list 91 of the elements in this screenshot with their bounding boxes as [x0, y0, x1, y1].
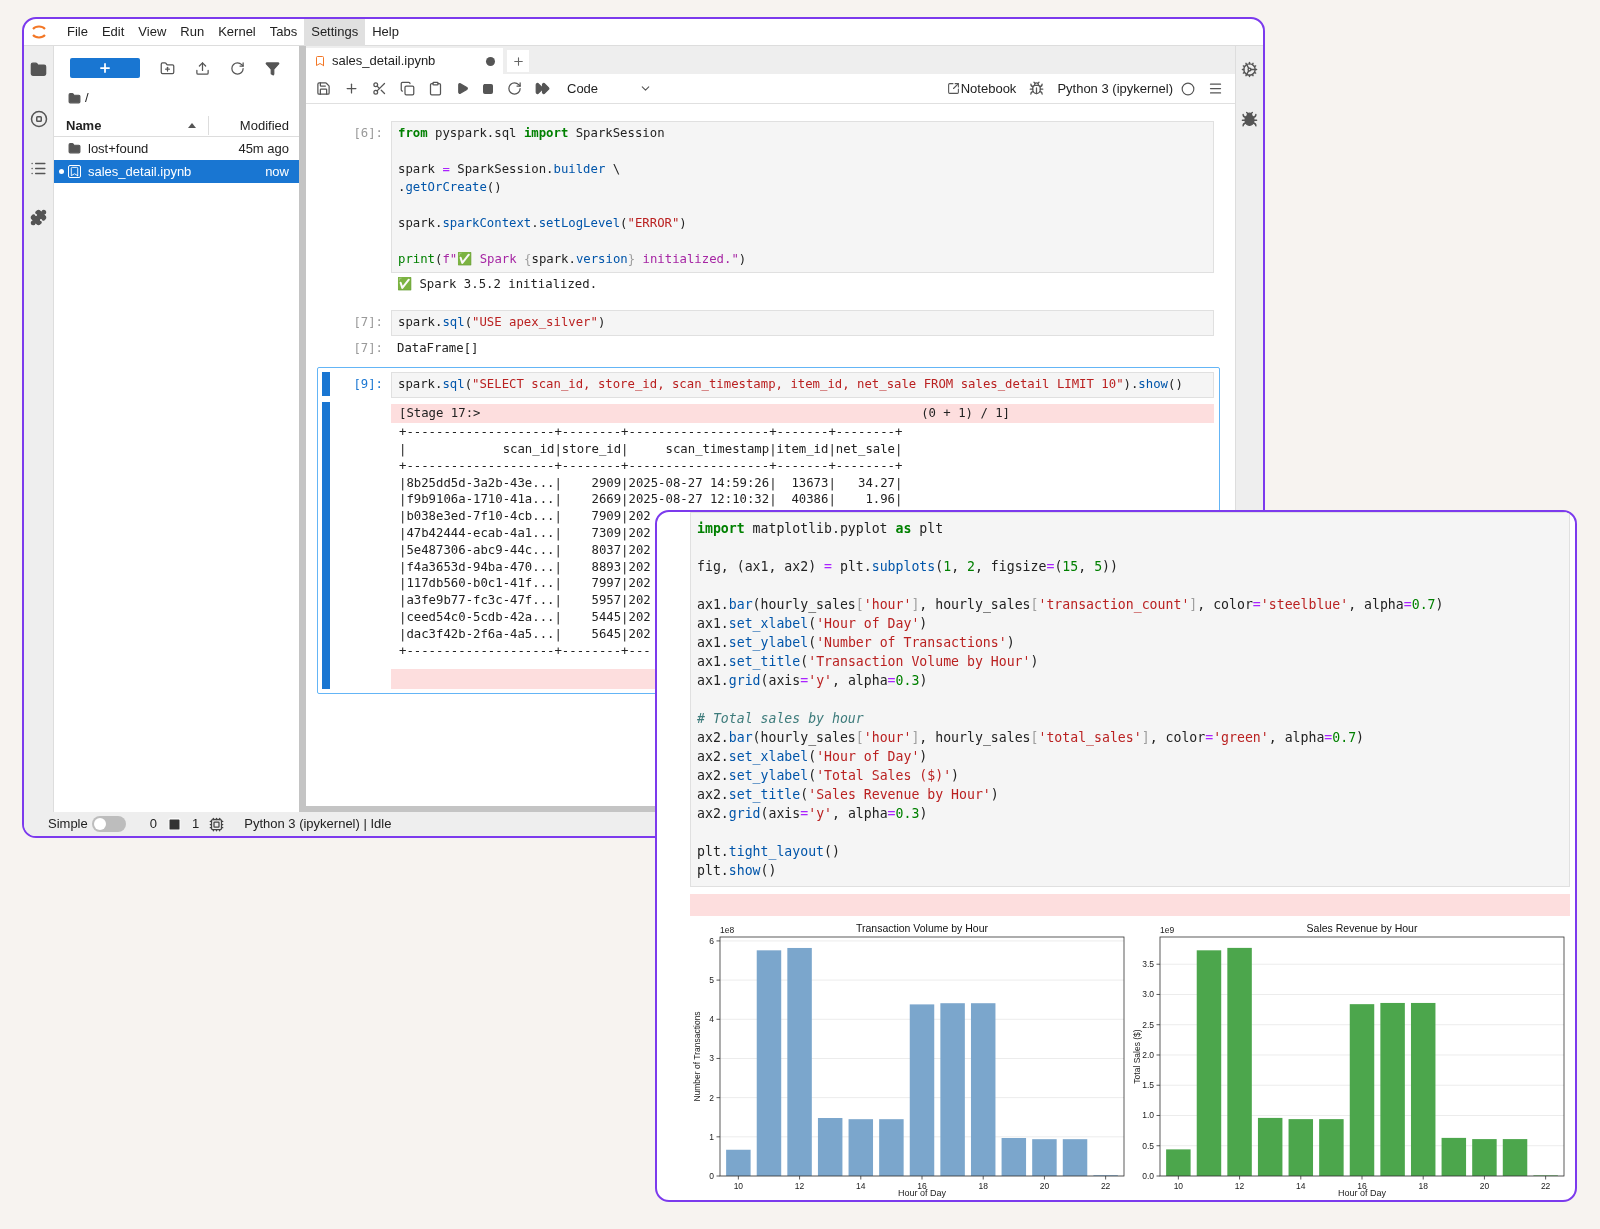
code-line: plt.show()	[697, 862, 777, 880]
file-modified: 45m ago	[238, 139, 289, 158]
cell-prompt: [6]:	[352, 125, 384, 142]
tick-label: 1.5	[1142, 1080, 1154, 1091]
code-line: import matplotlib.pyplot as plt	[697, 520, 944, 538]
code-line: spark.sparkContext.setLogLevel("ERROR")	[398, 214, 687, 232]
table-line: |f9b9106a-1710-41a...| 2669|2025-08-27 12:10:32| 40386| 1.96|	[399, 491, 903, 509]
tick-label: 2	[709, 1092, 714, 1103]
axis-label: Hour of Day	[1338, 1188, 1386, 1198]
code-line: print(f"✅ Spark {spark.version} initialized.")	[398, 250, 747, 268]
tick-label: 1	[709, 1131, 714, 1142]
code-line: spark = SparkSession.builder \	[398, 160, 621, 178]
file-name: sales_detail.ipynb	[88, 162, 193, 181]
tick-label: 14	[1296, 1181, 1306, 1191]
file-name: lost+found	[88, 139, 150, 158]
tick-label: 4	[709, 1014, 714, 1025]
cell-type-value: Code	[567, 79, 599, 98]
tick-label: 5	[709, 975, 714, 986]
code-line: ax2.set_title('Sales Revenue by Hour')	[697, 786, 999, 804]
tick-label: 16	[1357, 1181, 1367, 1191]
tick-label: 18	[978, 1181, 988, 1191]
code-line: ax2.set_xlabel('Hour of Day')	[697, 748, 928, 766]
tab-title: sales_detail.ipynb	[332, 52, 437, 71]
tick-label: 2.0	[1142, 1050, 1154, 1060]
tick-label: 10	[733, 1181, 744, 1191]
tick-label: 20	[1479, 1181, 1490, 1191]
table-line: |f4a3653d-94ba-470...| 8893|202	[399, 558, 651, 576]
table-line: |8b25dd5d-3a2b-43e...| 2909|2025-08-27 14:59:26| 13673| 34.27|	[399, 474, 903, 492]
tick-label: 10	[1173, 1181, 1184, 1191]
tick-label: 6	[709, 935, 714, 946]
kernel-count: 1	[192, 815, 200, 834]
code-line: spark.sql("USE apex_silver")	[398, 314, 606, 332]
output-text: ✅ Spark 3.5.2 initialized.	[396, 275, 599, 293]
tick-label: 12	[794, 1181, 805, 1191]
table-line: +--------------------+--------+---	[399, 642, 651, 660]
code-line: ax2.grid(axis='y', alpha=0.3)	[697, 805, 928, 823]
table-line: |a3fe9b77-fc3c-47f...| 5957|202	[399, 592, 651, 609]
axis-label: Hour of Day	[898, 1188, 946, 1198]
code-line: from pyspark.sql import SparkSession	[398, 125, 665, 142]
code-line: .getOrCreate()	[398, 178, 502, 196]
code-line: ax2.set_ylabel('Total Sales ($)')	[697, 767, 960, 785]
offset-label: 1e8	[720, 925, 735, 935]
code-line: ax1.grid(axis='y', alpha=0.3)	[697, 672, 928, 690]
tick-label: 0.0	[1142, 1171, 1154, 1181]
tick-label: 18	[1418, 1181, 1428, 1191]
code-line: ax1.set_ylabel('Number of Transactions')	[697, 634, 1015, 652]
tick-label: 1.0	[1142, 1110, 1154, 1121]
tick-label: 14	[856, 1181, 866, 1191]
cell-prompt: [7]:	[352, 314, 384, 332]
chart-title: Transaction Volume by Hour	[855, 922, 989, 934]
tick-label: 3	[709, 1053, 714, 1064]
terminal-count: 0	[149, 815, 157, 834]
tick-label: 22	[1540, 1181, 1551, 1191]
progress-text: (0 + 1) / 1]	[921, 404, 1010, 422]
tick-label: 20	[1039, 1181, 1050, 1191]
code-line: plt.tight_layout()	[697, 843, 840, 861]
code-line: ax1.bar(hourly_sales['hour'], hourly_sales['transaction_count'], color='steelblue', alpha=0.7)	[697, 596, 1444, 614]
code-line: # Total sales by hour	[697, 710, 864, 728]
tick-label: 12	[1234, 1181, 1245, 1191]
table-line: |ceed54c0-5cdb-42a...| 5445|202	[399, 608, 651, 626]
table-line: +--------------------+--------+-------------------+-------+--------+	[399, 424, 903, 441]
table-line: |dac3f42b-2f6a-4a5...| 5645|202	[399, 625, 651, 643]
tick-label: 3.5	[1142, 959, 1154, 970]
tick-label: 16	[917, 1181, 927, 1191]
code-line: spark.sql("SELECT scan_id, store_id, scan_timestamp, item_id, net_sale FROM sales_detail LIMIT 10").show()	[398, 376, 1183, 394]
output-prompt: [7]:	[352, 340, 384, 358]
table-line: +--------------------+--------+-------------------+-------+--------+	[399, 457, 903, 475]
chart-title: Sales Revenue by Hour	[1306, 922, 1418, 934]
tick-label: 22	[1100, 1181, 1111, 1191]
table-line: |47b42444-ecab-4a1...| 7309|202	[399, 524, 651, 542]
file-modified: now	[265, 162, 289, 181]
table-line: |117db560-b0c1-41f...| 7997|202	[399, 575, 651, 593]
stage-text: [Stage 17:>	[399, 404, 481, 422]
offset-label: 1e9	[1160, 925, 1175, 935]
table-line: |5e487306-abc9-44c...| 8037|202	[399, 541, 651, 559]
output-text: DataFrame[]	[396, 340, 480, 358]
table-line: | scan_id|store_id| scan_timestamp|item_id|net_sale|	[399, 440, 903, 458]
cell-prompt: [9]:	[352, 376, 384, 394]
table-line: |b038e3ed-7f10-4cb...| 7909|202	[399, 508, 651, 525]
axis-label: Number of Transactions	[692, 1011, 702, 1102]
tick-label: 3.0	[1142, 989, 1154, 1000]
code-line: ax1.set_title('Transaction Volume by Hour')	[697, 653, 1039, 671]
code-line: ax2.bar(hourly_sales['hour'], hourly_sales['total_sales'], color='green', alpha=0.7)	[697, 729, 1365, 747]
tick-label: 0	[709, 1171, 714, 1181]
code-line: ax1.set_xlabel('Hour of Day')	[697, 615, 928, 633]
tick-label: 0.5	[1142, 1140, 1154, 1151]
kernel-status: Python 3 (ipykernel) | Idle	[244, 815, 392, 834]
code-line: fig, (ax1, ax2) = plt.subplots(1, 2, figsize=(15, 5))	[697, 558, 1118, 576]
axis-label: Total Sales ($)	[1132, 1029, 1142, 1084]
mode-label: Simple	[48, 815, 88, 834]
tick-label: 2.5	[1142, 1019, 1154, 1030]
